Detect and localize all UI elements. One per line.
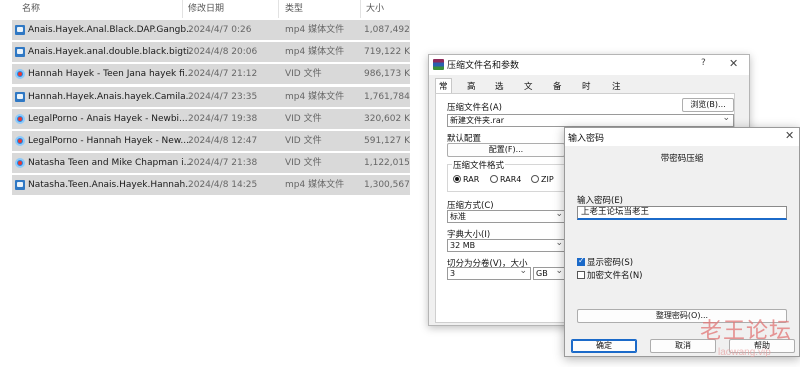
file-type: mp4 媒体文件 <box>285 25 345 35</box>
file-size: 986,173 KB <box>364 69 410 79</box>
column-divider[interactable] <box>278 0 279 18</box>
file-row[interactable]: Hannah.Hayek.Anais.hayek.Camila.... 2024/… <box>12 87 410 107</box>
dialog-title: 输入密码 <box>568 134 605 144</box>
format-rar-radio[interactable]: RAR <box>453 175 479 184</box>
column-header-type[interactable]: 类型 <box>285 0 303 18</box>
dialog-title-bar[interactable]: 输入密码 ✕ <box>565 128 799 146</box>
file-type: VID 文件 <box>285 69 322 79</box>
file-size: 591,127 KB <box>364 136 410 146</box>
file-type: mp4 媒体文件 <box>285 47 345 57</box>
file-name: Hannah.Hayek.Anais.hayek.Camila.... <box>28 92 192 102</box>
file-row[interactable]: Anais.Hayek.anal.double.black.bigti... 20… <box>12 42 410 62</box>
file-type: VID 文件 <box>285 158 322 168</box>
mp4-file-icon <box>15 92 25 102</box>
format-zip-radio[interactable]: ZIP <box>531 175 554 184</box>
checkbox-checked-icon <box>577 256 585 266</box>
split-unit-select[interactable]: GB <box>533 267 567 280</box>
encrypt-names-checkbox[interactable]: 加密文件名(N) <box>577 269 643 281</box>
dialog-title-bar[interactable]: 压缩文件名和参数 ? ✕ <box>429 55 749 75</box>
method-select[interactable]: 标准 <box>447 210 567 223</box>
file-date: 2024/4/7 19:38 <box>188 114 258 124</box>
vid-file-icon <box>15 136 25 146</box>
radio-dot-icon <box>490 175 498 183</box>
ok-button[interactable]: 确定 <box>571 339 637 353</box>
vid-file-icon <box>15 114 25 124</box>
file-name: Anais.Hayek.anal.double.black.bigti... <box>28 47 192 57</box>
browse-button[interactable]: 浏览(B)... <box>682 98 734 112</box>
file-type: VID 文件 <box>285 136 322 146</box>
file-name: Hannah Hayek - Teen Jana hayek fi... <box>28 69 192 79</box>
file-type: mp4 媒体文件 <box>285 180 345 190</box>
file-size: 1,761,784... <box>364 92 410 102</box>
archive-name-label: 压缩文件名(A) <box>447 103 502 113</box>
file-date: 2024/4/7 21:38 <box>188 158 258 168</box>
file-date: 2024/4/8 12:47 <box>188 136 258 146</box>
file-row[interactable]: Natasha Teen and Mike Chapman i... 2024/4… <box>12 153 410 173</box>
file-row[interactable]: Hannah Hayek - Teen Jana hayek fi... 2024… <box>12 64 410 84</box>
checkbox-label: 显示密码(S) <box>587 258 634 268</box>
file-size: 320,602 KB <box>364 114 410 124</box>
password-input[interactable]: 上老王论坛当老王 <box>577 206 787 220</box>
file-row[interactable]: Anais.Hayek.Anal.Black.DAP.Gangb... 2024/… <box>12 20 410 40</box>
password-label: 输入密码(E) <box>577 196 624 206</box>
file-size: 1,300,567... <box>364 180 410 190</box>
column-header-size[interactable]: 大小 <box>366 0 384 18</box>
column-divider[interactable] <box>182 0 183 18</box>
format-label: 压缩文件格式 <box>452 159 506 171</box>
file-type: mp4 媒体文件 <box>285 92 345 102</box>
vid-file-icon <box>15 158 25 168</box>
mp4-file-icon <box>15 47 25 57</box>
close-icon[interactable]: ✕ <box>729 57 738 70</box>
checkbox-label: 加密文件名(N) <box>587 271 643 281</box>
file-name: Natasha.Teen.Anais.Hayek.Hannah.... <box>28 180 192 190</box>
watermark-url: laowang.vip <box>718 347 771 358</box>
archive-name-input[interactable]: 新建文件夹.rar <box>447 114 734 127</box>
mp4-file-icon <box>15 25 25 35</box>
file-size: 1,122,015... <box>364 158 410 168</box>
file-date: 2024/4/8 20:06 <box>188 47 258 57</box>
radio-label: RAR <box>463 175 480 184</box>
radio-label: RAR4 <box>500 175 522 184</box>
show-password-checkbox[interactable]: 显示密码(S) <box>577 256 633 268</box>
format-rar4-radio[interactable]: RAR4 <box>490 175 521 184</box>
split-size-input[interactable]: 3 <box>447 267 531 280</box>
file-date: 2024/4/7 23:35 <box>188 92 258 102</box>
file-row[interactable]: Natasha.Teen.Anais.Hayek.Hannah.... 2024/… <box>12 175 410 195</box>
file-name: Natasha Teen and Mike Chapman i... <box>28 158 192 168</box>
watermark-logo: 老王论坛 <box>700 319 793 344</box>
config-button[interactable]: 配置(F)... <box>447 143 565 157</box>
file-date: 2024/4/8 14:25 <box>188 180 258 190</box>
file-name: LegalPorno - Anais Hayek - Newbi... <box>28 114 188 124</box>
file-size: 719,122 KB <box>364 47 410 57</box>
radio-dot-icon <box>531 175 539 183</box>
winrar-icon <box>433 59 444 70</box>
file-size: 1,087,492... <box>364 25 410 35</box>
column-divider[interactable] <box>360 0 361 18</box>
radio-dot-icon <box>453 175 461 183</box>
mp4-file-icon <box>15 180 25 190</box>
help-icon[interactable]: ? <box>701 58 706 68</box>
file-name: LegalPorno - Hannah Hayek - New... <box>28 136 189 146</box>
radio-label: ZIP <box>541 175 554 184</box>
file-type: VID 文件 <box>285 114 322 124</box>
file-row[interactable]: LegalPorno - Anais Hayek - Newbi... 2024/… <box>12 109 410 129</box>
dict-size-select[interactable]: 32 MB <box>447 239 567 252</box>
file-explorer: 名称 修改日期 类型 大小 Anais.Hayek.Anal.Black.DAP… <box>0 0 418 367</box>
checkbox-icon <box>577 271 585 279</box>
dialog-subtitle: 带密码压缩 <box>660 154 704 164</box>
file-row[interactable]: LegalPorno - Hannah Hayek - New... 2024/4… <box>12 131 410 151</box>
vid-file-icon <box>15 69 25 79</box>
file-date: 2024/4/7 0:26 <box>188 25 252 35</box>
column-header-name[interactable]: 名称 <box>22 0 40 18</box>
dialog-title: 压缩文件名和参数 <box>447 61 520 71</box>
column-header-date[interactable]: 修改日期 <box>188 0 224 18</box>
file-date: 2024/4/7 21:12 <box>188 69 258 79</box>
file-name: Anais.Hayek.Anal.Black.DAP.Gangb... <box>28 25 192 35</box>
close-icon[interactable]: ✕ <box>785 129 794 142</box>
